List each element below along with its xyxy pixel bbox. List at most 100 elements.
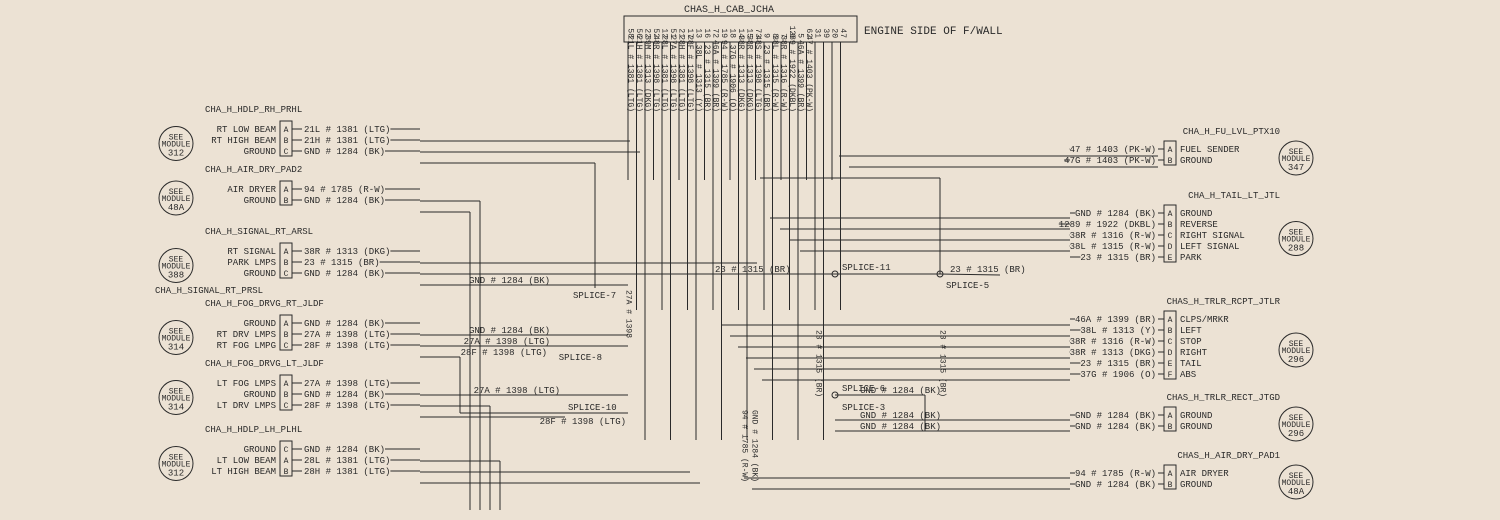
splice-5: SPLICE-5 xyxy=(946,281,989,291)
wire-label: 23 # 1315 (BR) xyxy=(950,265,1026,275)
wire-id: GND # 1284 (BK) xyxy=(304,147,385,157)
wire-id: 38R # 1316 (R-W) xyxy=(1070,337,1156,347)
splice-11: SPLICE-11 xyxy=(842,263,891,273)
module-number: 314 xyxy=(168,343,184,353)
wire-id: 47 # 1403 (PK-W) xyxy=(1070,145,1156,155)
pin-label: RT DRV LMPS xyxy=(217,330,276,340)
wire-id: GND # 1284 (BK) xyxy=(1075,209,1156,219)
wire-id: 94 # 1785 (R-W) xyxy=(1075,469,1156,479)
pin-letter: B xyxy=(1168,423,1173,432)
pin-letter: A xyxy=(1168,146,1173,155)
pin-label: GROUND xyxy=(244,196,276,206)
connector-id: CHA_H_FOG_DRVG_LT_JLDF xyxy=(205,359,324,369)
connector-id: CHA_H_HDLP_RH_PRHL xyxy=(205,105,302,115)
wire-id: 28F # 1398 (LTG) xyxy=(304,341,390,351)
wire-id: 23 # 1315 (BR) xyxy=(1080,253,1156,263)
pin-label: RIGHT xyxy=(1180,348,1208,358)
module-number: 296 xyxy=(1288,429,1304,439)
wire-id: 38R # 1313 (DKG) xyxy=(304,247,390,257)
pin-label: LEFT SIGNAL xyxy=(1180,242,1239,252)
pin-letter: A xyxy=(284,248,289,257)
pin-label: ABS xyxy=(1180,370,1196,380)
connector-id: CHAS_H_AIR_DRY_PAD1 xyxy=(1177,451,1280,461)
pin-label: GROUND xyxy=(1180,411,1212,421)
pin-letter: C xyxy=(284,446,289,455)
wire-id: 38L # 1315 (R-W) xyxy=(1070,242,1156,252)
pin-label: GROUND xyxy=(1180,209,1212,219)
module-number: 312 xyxy=(168,149,184,159)
wire-id: 94 # 1785 (R-W) xyxy=(304,185,385,195)
pin-letter: A xyxy=(1168,470,1173,479)
module-number: 347 xyxy=(1288,163,1304,173)
pin-letter: E xyxy=(1168,254,1173,263)
pin-label: RIGHT SIGNAL xyxy=(1180,231,1245,241)
wire-label-vert: GND # 1284 (BK) xyxy=(750,410,759,482)
module-number: 288 xyxy=(1288,244,1304,254)
pin-label: RT LOW BEAM xyxy=(217,125,276,135)
pin-letter: D xyxy=(1168,349,1173,358)
wire-id: 28F # 1398 (LTG) xyxy=(304,401,390,411)
header-pin: 47 xyxy=(838,28,847,38)
pin-label: LT LOW BEAM xyxy=(217,456,276,466)
module-number: 314 xyxy=(168,403,184,413)
connector-id: CHAS_H_TRLR_RECT_JTGD xyxy=(1167,393,1280,403)
pin-letter: C xyxy=(284,402,289,411)
pin-label: REVERSE xyxy=(1180,220,1218,230)
connector-id: CHA_H_AIR_DRY_PAD2 xyxy=(205,165,302,175)
connector-id: CHAS_H_TRLR_RCPT_JTLR xyxy=(1167,297,1281,307)
left-connectors: CHA_H_HDLP_RH_PRHLSEEMODULE312ART LOW BE… xyxy=(155,105,420,481)
module-number: 388 xyxy=(168,271,184,281)
connector-id: CHA_H_SIGNAL_RT_ARSL xyxy=(205,227,313,237)
pin-letter: B xyxy=(284,331,289,340)
wire-id: 38R # 1316 (R-W) xyxy=(1070,231,1156,241)
module-number: 48A xyxy=(1288,487,1305,497)
pin-label: GROUND xyxy=(1180,156,1212,166)
wire-id: 28L # 1381 (LTG) xyxy=(304,456,390,466)
wire-label: GND # 1284 (BK) xyxy=(469,326,550,336)
splice-8: SPLICE-8 xyxy=(559,353,602,363)
pin-label: CLPS/MRKR xyxy=(1180,315,1229,325)
pin-letter: A xyxy=(284,380,289,389)
pin-label: AIR DRYER xyxy=(1180,469,1229,479)
pin-label: GROUND xyxy=(1180,480,1212,490)
header-side-label: ENGINE SIDE OF F/WALL xyxy=(864,26,1003,38)
module-number: 296 xyxy=(1288,355,1304,365)
pin-label: GROUND xyxy=(1180,422,1212,432)
pin-label: GROUND xyxy=(244,319,276,329)
pin-letter: B xyxy=(1168,221,1173,230)
header-label: CHAS_H_CAB_JCHA xyxy=(684,5,774,16)
wire-id: 21H # 1381 (LTG) xyxy=(304,136,390,146)
pin-letter: B xyxy=(284,197,289,206)
wire-id: GND # 1284 (BK) xyxy=(304,390,385,400)
pin-label: LT HIGH BEAM xyxy=(211,467,276,477)
wire-id: GND # 1284 (BK) xyxy=(1075,480,1156,490)
splice-10: SPLICE-10 xyxy=(568,403,617,413)
pin-label: RT SIGNAL xyxy=(227,247,276,257)
pin-letter: E xyxy=(1168,360,1173,369)
pin-label: STOP xyxy=(1180,337,1202,347)
pin-label: AIR DRYER xyxy=(227,185,276,195)
pin-letter: A xyxy=(1168,412,1173,421)
pin-letter: C xyxy=(284,270,289,279)
pin-letter: F xyxy=(1168,371,1173,380)
wire-id: 1289 # 1922 (DKBL) xyxy=(1059,220,1156,230)
wire-id: 23 # 1315 (BR) xyxy=(1080,359,1156,369)
wire-id: GND # 1284 (BK) xyxy=(304,319,385,329)
module-number: 48A xyxy=(168,203,185,213)
wire-id: GND # 1284 (BK) xyxy=(304,445,385,455)
pin-letter: B xyxy=(284,391,289,400)
wire-id: GND # 1284 (BK) xyxy=(304,196,385,206)
pin-label: FUEL SENDER xyxy=(1180,145,1240,155)
pin-letter: A xyxy=(284,126,289,135)
pin-label: LEFT xyxy=(1180,326,1202,336)
module-number: 312 xyxy=(168,469,184,479)
pin-letter: B xyxy=(284,468,289,477)
pin-label: LT DRV LMPS xyxy=(217,401,276,411)
connector-id: CHA_H_HDLP_LH_PLHL xyxy=(205,425,302,435)
wire-label: GND # 1284 (BK) xyxy=(860,411,941,421)
wire-id: 21L # 1381 (LTG) xyxy=(304,125,390,135)
wire-bundle: SPLICE-11 SPLICE-5 SPLICE-7 SPLICE-8 SPL… xyxy=(420,48,1158,510)
pin-letter: B xyxy=(1168,327,1173,336)
right-connectors: CHA_H_FU_LVL_PTX10SEEMODULE347AFUEL SEND… xyxy=(1059,127,1313,499)
wire-id: 23 # 1315 (BR) xyxy=(304,258,380,268)
